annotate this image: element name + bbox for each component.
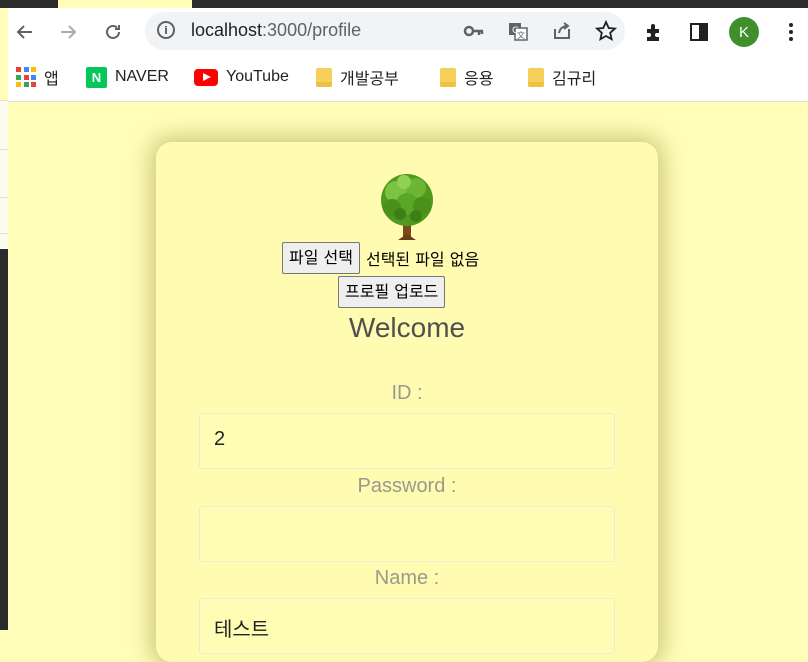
bookmark-label: NAVER bbox=[115, 68, 169, 85]
folder-icon bbox=[440, 67, 456, 87]
bookmarks-bar: 앱 N NAVER YouTube 개발공부 응용 김규리 bbox=[8, 60, 808, 96]
back-button[interactable] bbox=[10, 17, 40, 47]
upload-profile-button[interactable]: 프로필 업로드 bbox=[338, 276, 446, 308]
bookmark-folder-dev[interactable]: 개발공부 bbox=[316, 65, 399, 89]
choose-file-button[interactable]: 파일 선택 bbox=[282, 242, 360, 274]
forward-button[interactable] bbox=[53, 17, 83, 47]
profile-avatar[interactable]: K bbox=[729, 17, 759, 47]
file-input-row: 파일 선택 선택된 파일 없음 bbox=[282, 242, 479, 274]
name-label: Name : bbox=[374, 567, 440, 589]
bookmark-naver[interactable]: N NAVER bbox=[86, 65, 169, 89]
welcome-heading: Welcome bbox=[348, 312, 466, 343]
browser-chrome: i localhost:3000/profile G文 K 앱 N NAVER … bbox=[8, 8, 808, 102]
bookmark-youtube[interactable]: YouTube bbox=[194, 65, 289, 89]
url-host: localhost bbox=[191, 20, 263, 40]
address-bar[interactable]: i localhost:3000/profile G文 bbox=[145, 12, 625, 50]
bookmark-label: YouTube bbox=[226, 68, 289, 85]
bookmark-label: 응용 bbox=[464, 71, 494, 88]
bookmark-folder-app[interactable]: 응용 bbox=[440, 65, 493, 89]
reload-icon bbox=[106, 24, 120, 39]
bookmark-folder-name[interactable]: 김규리 bbox=[528, 65, 596, 89]
menu-more-icon[interactable] bbox=[784, 19, 798, 45]
arrow-right-icon bbox=[61, 25, 77, 39]
bookmark-label: 김규리 bbox=[552, 71, 597, 88]
no-file-selected-text: 선택된 파일 없음 bbox=[365, 250, 480, 269]
profile-card: 파일 선택 선택된 파일 없음 프로필 업로드 Welcome ID : 2 P… bbox=[156, 142, 658, 662]
folder-icon bbox=[528, 67, 544, 87]
background-window-edge bbox=[58, 0, 192, 8]
bookmark-label: 개발공부 bbox=[340, 71, 399, 88]
share-icon[interactable] bbox=[551, 20, 573, 42]
password-label: Password : bbox=[357, 475, 457, 497]
site-info-icon[interactable]: i bbox=[157, 21, 175, 39]
reload-button[interactable] bbox=[98, 17, 128, 47]
id-label: ID : bbox=[391, 382, 423, 404]
bookmark-apps[interactable]: 앱 bbox=[16, 65, 59, 89]
bookmark-star-icon[interactable] bbox=[595, 20, 617, 42]
side-panel-icon[interactable] bbox=[686, 19, 712, 45]
password-field[interactable] bbox=[199, 506, 615, 562]
browser-toolbar: i localhost:3000/profile G文 K bbox=[8, 8, 808, 58]
url-path: :3000/profile bbox=[262, 20, 362, 40]
url-text[interactable]: localhost:3000/profile bbox=[191, 20, 361, 41]
desktop-background-left bbox=[0, 248, 8, 630]
background-window-sliver bbox=[0, 100, 8, 249]
bookmark-label: 앱 bbox=[44, 71, 59, 88]
naver-icon: N bbox=[86, 66, 107, 88]
name-field[interactable]: 테스트 bbox=[199, 598, 615, 654]
youtube-icon bbox=[194, 68, 218, 86]
id-field[interactable]: 2 bbox=[199, 413, 615, 469]
tree-icon bbox=[381, 174, 433, 240]
apps-grid-icon bbox=[16, 67, 36, 87]
password-key-icon[interactable] bbox=[463, 20, 485, 42]
arrow-left-icon bbox=[16, 25, 32, 39]
svg-text:文: 文 bbox=[517, 30, 525, 40]
translate-icon[interactable]: G文 bbox=[507, 20, 529, 42]
extensions-puzzle-icon[interactable] bbox=[641, 19, 667, 45]
folder-icon bbox=[316, 67, 332, 87]
